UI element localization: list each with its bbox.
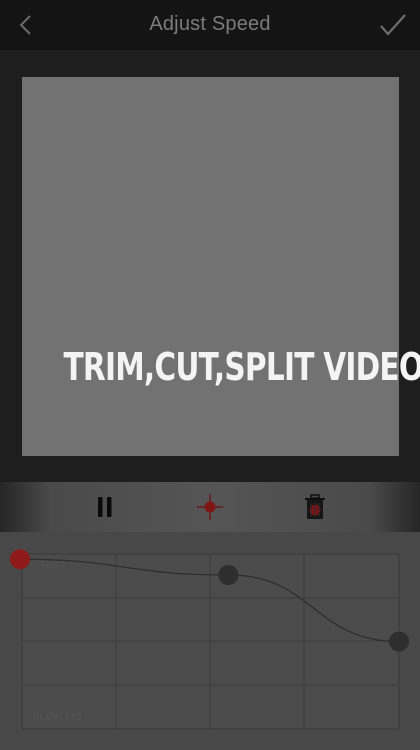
playback-controls [0,482,420,532]
add-point-icon[interactable] [195,492,225,522]
selected-speed-point[interactable] [10,549,30,570]
checkmark-icon[interactable] [378,10,408,40]
slow-mo-label: SLOW MO [33,712,82,723]
pause-icon[interactable] [90,492,120,522]
video-preview[interactable]: TRIM,CUT,SPLIT VIDEO [22,77,420,456]
video-stage: TRIM,CUT,SPLIT VIDEO [0,50,420,482]
page-title: Adjust Speed [149,13,271,35]
speed-curve-editor[interactable]: FAST SLOW MO [0,532,420,750]
speed-point[interactable] [389,631,409,652]
speed-point[interactable] [218,565,239,585]
navigation-bar: Adjust Speed [0,0,420,50]
trash-icon[interactable] [300,492,330,522]
video-caption: TRIM,CUT,SPLIT VIDEO [63,345,420,389]
fast-label: FAST [40,560,66,571]
